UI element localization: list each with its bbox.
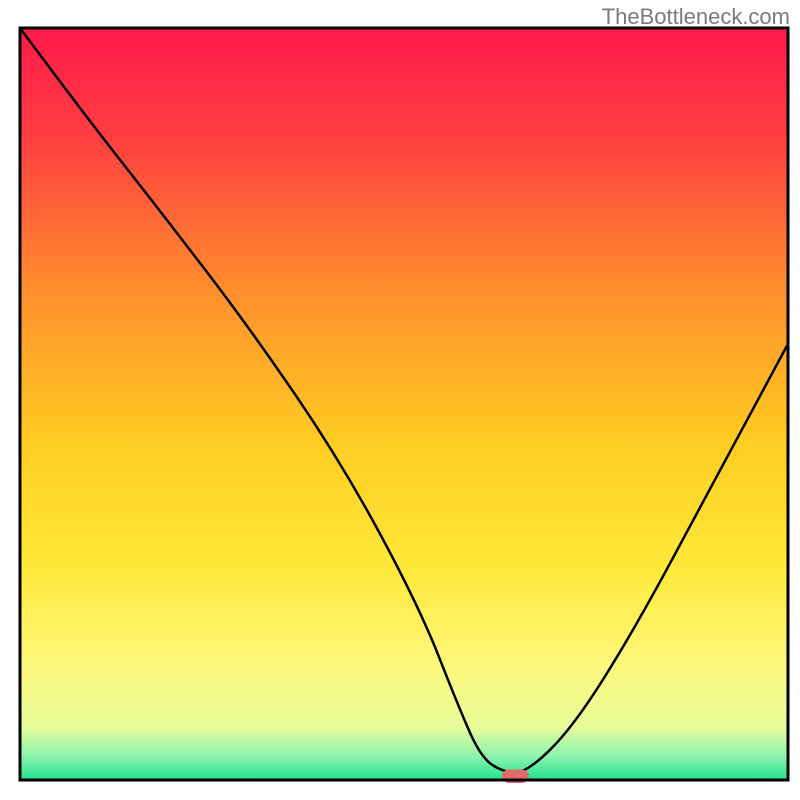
plot-area (20, 28, 788, 780)
bottleneck-chart (0, 0, 800, 800)
watermark-text: TheBottleneck.com (602, 4, 790, 30)
